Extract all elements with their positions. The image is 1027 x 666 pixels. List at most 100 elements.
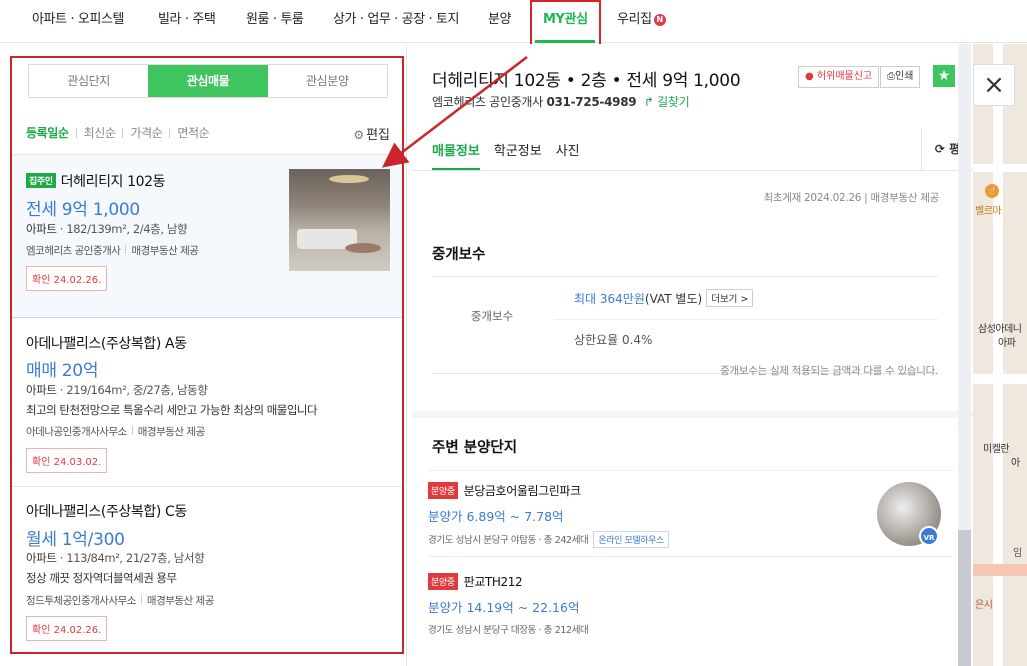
listing-title: 아데나팰리스(주상복합) A동 [26,336,187,352]
listing-spec-text: 113/84m², 21/27층, 남서향 [66,551,205,565]
map-label: 미켈란 [983,444,1010,455]
provider: 매경부동산 제공 [146,595,214,607]
agent-name: 아데나공인중개사사무소 [26,426,127,438]
tab-school-info[interactable]: 학군정보 [494,140,542,168]
listing-type: 아파트 [26,222,57,236]
tab-interest-complex[interactable]: 관심단지 [29,65,148,97]
map-view[interactable]: 🍴 벨르마 삼성아데니 아파 미켈란 아 은시 임 [973,44,1027,666]
interest-segment-tabs: 관심단지 관심매물 관심분양 [28,64,388,98]
confirm-date-badge: 확인 24.02.26. [26,266,108,291]
map-label: 벨르마 [975,206,1002,217]
presale-name-text: 판교TH212 [463,575,523,589]
fee-max: 최대 364만원(VAT 별도) 더보기 > [574,289,754,307]
detail-title: 더헤리티지 102동 • 2층 • 전세 9억 1,000 [432,71,741,91]
top-nav: 아파트 · 오피스텔 빌라 · 주택 원룸 · 투룸 상가 · 업무 · 공장 … [0,0,1027,43]
tab-interest-presale[interactable]: 관심분양 [268,65,387,97]
fee-max-value: 최대 364만원 [574,292,645,306]
presale-badge: 분양중 [428,573,458,590]
map-label: 아 [1011,458,1020,469]
presale-item[interactable]: 분양중 판교TH212 분양가 14.19억 ~ 22.16억 경기도 성남시 분… [428,573,948,636]
gear-icon: ⚙ [353,128,365,142]
presale-name: 분양중 판교TH212 [428,573,948,590]
scrollbar-thumb[interactable] [958,530,971,666]
listing-agent: 엠코헤리츠 공인중개사 매경부동산 제공 [26,243,199,258]
confirm-date-badge: 확인 24.03.02. [26,448,108,473]
presale-price: 분양가 14.19억 ~ 22.16억 [428,600,580,615]
presale-location: 경기도 성남시 분당구 야탑동 · 총 242세대 온라인 모델하우스 [428,531,948,548]
owner-badge: 집주인 [26,173,56,188]
listing-description: 최고의 탄천전망으로 특올수리 세안고 가능한 최상의 매물입니다 [26,403,318,417]
sort-latest[interactable]: 최신순 [84,126,116,140]
fee-section: 중개보수 중개보수 최대 364만원(VAT 별도) 더보기 > 상한요율 0.4… [412,225,973,411]
presale-item[interactable]: 분양중 분당금호어울림그린파크 분양가 6.89억 ~ 7.78억 경기도 성남시… [428,482,948,548]
listing-spec: 아파트 · 113/84m², 21/27층, 남서향 [26,551,205,565]
listing-price: 월세 1억/300 [26,530,125,550]
close-icon: × [983,70,1005,100]
detail-tabs: 매물정보 학군정보 사진 [432,140,594,172]
nav-my-home[interactable]: 우리집 N [617,0,666,43]
report-fake-button[interactable]: ● 허위매물신고 [798,66,880,88]
divider [428,556,953,557]
listing-description: 정상 깨끗 정자역더블역세권 용무 [26,571,177,585]
listing-thumbnail[interactable] [289,169,390,271]
provider: 매경부동산 제공 [131,245,199,257]
vr-badge: VR [919,526,939,546]
detail-phone: 031-725-4989 [546,95,637,109]
map-label: 임 [1013,548,1022,559]
route-icon: ↱ [643,95,654,109]
presale-name: 분양중 분당금호어울림그린파크 [428,482,948,499]
refresh-icon: ⟳ [934,142,945,156]
listing-agent: 아데나공인중개사사무소 매경부동산 제공 [26,424,205,439]
close-button[interactable]: × [973,64,1015,106]
presale-price: 분양가 6.89억 ~ 7.78억 [428,509,564,524]
presale-location: 경기도 성남시 분당구 대장동 · 총 212세대 [428,625,589,636]
sort-area[interactable]: 면적순 [177,126,209,140]
listing-spec: 아파트 · 219/164m², 중/27층, 남동향 [26,383,208,397]
listing-title: 아데나팰리스(주상복합) C동 [26,504,187,520]
listing-card[interactable]: 아데나팰리스(주상복합) A동 매매 20억 아파트 · 219/164m², … [12,318,402,486]
nav-commercial-land[interactable]: 상가 · 업무 · 공장 · 토지 [333,0,459,43]
restaurant-pin-icon[interactable]: 🍴 [985,184,999,198]
divider [412,170,973,171]
listing-type: 아파트 [26,551,57,565]
nav-apt-officetel[interactable]: 아파트 · 오피스텔 [32,0,125,43]
listing-spec-text: 219/164m², 중/27층, 남동향 [66,383,208,397]
listing-spec: 아파트 · 182/139m², 2/4층, 남향 [26,222,188,236]
fee-section-title: 중개보수 [432,247,486,263]
panel-divider [406,44,407,666]
nearby-section-title: 주변 분양단지 [432,440,518,456]
sort-registered[interactable]: 등록일순 [26,126,69,140]
presale-location-text: 경기도 성남시 분당구 야탑동 · 총 242세대 [428,535,589,546]
map-label: 은시 [975,600,993,611]
nav-presale[interactable]: 분양 [488,0,512,43]
map-label: 삼성아데니 [978,324,1022,335]
fee-more-button[interactable]: 더보기 > [706,289,754,307]
new-badge: N [653,14,666,26]
edit-label: 편집 [366,128,390,143]
nav-oneroom-tworoom[interactable]: 원룸 · 투룸 [246,0,304,43]
detail-agent-line: 엠코헤리츠 공인중개사 031-725-4989 ↱ 길찾기 [432,93,690,110]
presale-name-text: 분당금호어울림그린파크 [463,484,581,498]
detail-agent: 엠코헤리츠 공인중개사 [432,95,543,109]
favorite-star-button[interactable]: ★ [933,65,955,87]
tab-photos[interactable]: 사진 [556,140,580,168]
my-interest-highlight-box [530,0,601,49]
online-model-house-tag[interactable]: 온라인 모델하우스 [593,531,669,548]
listing-card[interactable]: 아데나팰리스(주상복합) C동 월세 1억/300 아파트 · 113/84m²… [12,487,402,652]
presale-badge: 분양중 [428,482,458,499]
nav-villa-house[interactable]: 빌라 · 주택 [158,0,216,43]
route-label: 길찾기 [657,95,690,109]
listing-price: 전세 9억 1,000 [26,200,140,220]
listing-agent: 정드투체공인중개사사무소 매경부동산 제공 [26,593,214,608]
listing-title: 집주인 더헤리티지 102동 [26,171,165,191]
edit-button[interactable]: ⚙ 편집 [353,124,390,143]
detail-header: 더헤리티지 102동 • 2층 • 전세 9억 1,000 엠코헤리츠 공인중개… [412,44,973,226]
route-link[interactable]: ↱ 길찾기 [644,95,690,109]
tab-interest-listing[interactable]: 관심매물 [148,65,268,97]
agent-name: 정드투체공인중개사사무소 [26,595,136,607]
tab-listing-info[interactable]: 매물정보 [432,140,480,170]
print-button[interactable]: ⎙인쇄 [880,66,921,88]
listing-detail-panel: 더헤리티지 102동 • 2층 • 전세 9억 1,000 엠코헤리츠 공인중개… [412,44,973,666]
sort-options: 등록일순 최신순 가격순 면적순 [26,124,210,141]
sort-price[interactable]: 가격순 [130,126,162,140]
